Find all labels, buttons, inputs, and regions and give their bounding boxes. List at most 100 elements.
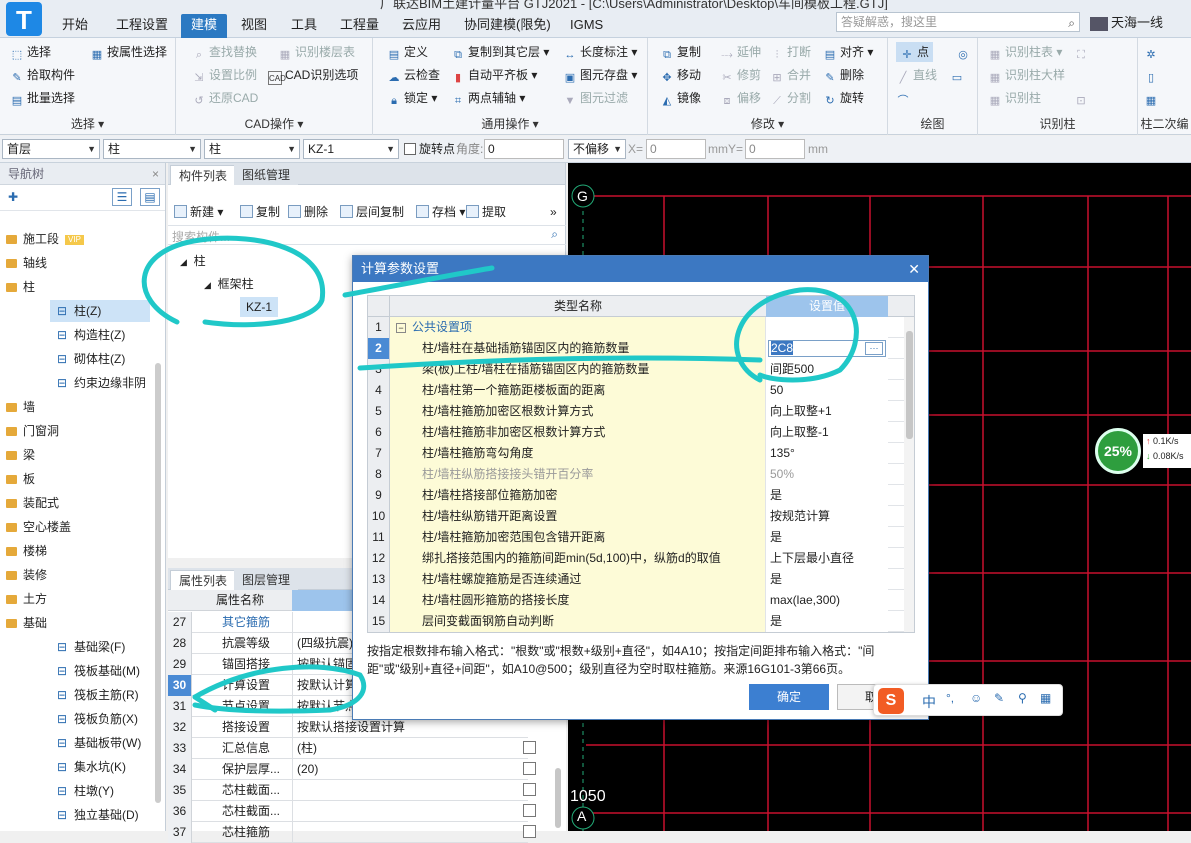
nav-scrollbar[interactable] xyxy=(155,363,161,803)
param-row[interactable]: 13 柱/墙柱螺旋箍筋是否连续通过是 xyxy=(368,569,914,590)
param-row[interactable]: 14 柱/墙柱圆形箍筋的搭接长度 max(lae,300) xyxy=(368,590,914,611)
copy-to-floor-button[interactable]: ⧉ 复制到其它层 ▾ xyxy=(451,42,549,62)
extract-button[interactable]: 提取 xyxy=(466,203,506,221)
param-value[interactable]: 是 xyxy=(766,485,888,506)
grid-scrollbar[interactable] xyxy=(904,317,914,632)
align-button[interactable]: ▤ 对齐 ▾ xyxy=(823,42,874,62)
param-row[interactable]: 12 绑扎搭接范围内的箍筋间距min(5d,100)中，纵筋d的取值 上下层最小直径 xyxy=(368,548,914,569)
param-value[interactable]: 上下层最小直径 xyxy=(766,548,888,569)
set-scale-button[interactable]: ⇲ 设置比例 xyxy=(192,65,257,85)
param-value[interactable]: 是 xyxy=(766,527,888,548)
skin-icon[interactable]: ✎ xyxy=(994,691,1004,705)
merge-button[interactable]: ⊞ 合并 xyxy=(770,65,811,85)
nav-item[interactable]: 装修 xyxy=(0,564,150,586)
property-scrollbar[interactable] xyxy=(555,768,561,828)
identify-column-button[interactable]: ▦ 识别柱 xyxy=(988,88,1041,108)
rotate-button[interactable]: ↻ 旋转 xyxy=(823,88,864,108)
nav-item[interactable]: 楼梯 xyxy=(0,540,150,562)
close-icon[interactable]: × xyxy=(152,163,159,185)
split-button[interactable]: ⟋ 分割 xyxy=(770,88,811,108)
property-value[interactable]: (柱) xyxy=(292,738,452,759)
nav-item[interactable]: 柱 xyxy=(0,276,150,298)
param-value[interactable]: 是 xyxy=(766,569,888,590)
nav-item[interactable]: ⊟ 独立基础(D) xyxy=(50,804,150,826)
column-extra2-icon[interactable]: ⊡ xyxy=(1074,88,1091,108)
nav-item[interactable]: ⊟ 构造柱(Z) xyxy=(50,324,150,346)
define-button[interactable]: ▤ 定义 xyxy=(387,42,428,62)
param-value[interactable]: 50% xyxy=(766,464,888,485)
x-input[interactable]: 0 xyxy=(646,139,706,159)
cad-options-button[interactable]: CADCAD识别选项 xyxy=(268,65,358,85)
element-filter-button[interactable]: ▼ 图元过滤 xyxy=(563,88,628,108)
property-row[interactable]: 35 芯柱截面... xyxy=(168,780,536,801)
param-value[interactable]: 2C8 xyxy=(771,341,794,355)
nav-item[interactable]: ⊟ 砌体柱(Z) xyxy=(50,348,150,370)
param-row[interactable]: 9 柱/墙柱搭接部位箍筋加密是 xyxy=(368,485,914,506)
param-value[interactable]: max(lae,300) xyxy=(766,590,888,611)
rect-icon[interactable]: ▭ xyxy=(950,65,967,85)
param-row[interactable]: 7 柱/墙柱箍筋弯勾角度 135° xyxy=(368,443,914,464)
floor-select[interactable]: 首层 ▼ xyxy=(2,139,100,159)
y-input[interactable]: 0 xyxy=(745,139,805,159)
column-extra-icon[interactable]: ⛶ xyxy=(1074,42,1091,62)
length-dim-button[interactable]: ↔ 长度标注 ▾ xyxy=(563,42,638,62)
property-value[interactable]: 按默认搭接设置计算 xyxy=(292,717,452,738)
grid-icon[interactable]: ▦ xyxy=(1144,88,1161,108)
emoji-icon[interactable]: ☺ xyxy=(970,691,982,705)
nav-item[interactable]: 基础 xyxy=(0,612,150,634)
angle-input[interactable]: 0 xyxy=(484,139,564,159)
new-button[interactable]: 新建 ▾ xyxy=(174,203,223,221)
delete-button[interactable]: ✎ 删除 xyxy=(823,65,864,85)
component-select[interactable]: KZ-1 ▼ xyxy=(303,139,399,159)
param-value[interactable]: 是 xyxy=(766,611,888,632)
copy-comp-button[interactable]: 复制 xyxy=(240,203,280,221)
tab-collab[interactable]: 协同建模(限免) xyxy=(454,14,561,38)
param-row[interactable]: 3 梁(板)上柱/墙柱在插筋锚固区内的箍筋数量 间距500 xyxy=(368,359,914,380)
nav-item[interactable]: ⊟ 集水坑(K) xyxy=(50,756,150,778)
restore-cad-button[interactable]: ↺ 还原CAD xyxy=(192,88,258,108)
property-row[interactable]: 32 搭接设置 按默认搭接设置计算 xyxy=(168,717,528,738)
find-replace-button[interactable]: ⌕ 查找替换 xyxy=(192,42,257,62)
offset-button[interactable]: ⧈ 偏移 xyxy=(720,88,762,108)
tab-layer-mgmt[interactable]: 图层管理 xyxy=(234,570,299,590)
nav-item[interactable]: 装配式 xyxy=(0,492,150,514)
toolbox-icon[interactable]: ▦ xyxy=(1040,691,1051,705)
draw-line-button[interactable]: ╱ 直线 xyxy=(896,65,937,85)
type-select[interactable]: 柱 ▼ xyxy=(204,139,300,159)
select-by-attr-button[interactable]: ▦ 按属性选择 xyxy=(90,42,167,62)
param-row[interactable]: 1− 公共设置项 xyxy=(368,317,914,338)
param-value[interactable]: 135° xyxy=(766,443,888,464)
param-row[interactable]: 5 柱/墙柱箍筋加密区根数计算方式 向上取整+1 xyxy=(368,401,914,422)
property-value[interactable] xyxy=(292,780,452,801)
select-button[interactable]: ⬚ 选择 xyxy=(10,42,51,62)
nav-item[interactable]: ⊟ 筏板负筋(X) xyxy=(50,708,150,730)
tab-project-settings[interactable]: 工程设置 xyxy=(106,14,178,38)
add-icon[interactable]: ✚ xyxy=(8,190,18,204)
app-logo-icon[interactable]: T xyxy=(6,2,42,36)
nav-item[interactable]: ⊟ 柱墩(Y) xyxy=(50,780,150,802)
param-value[interactable]: 向上取整-1 xyxy=(766,422,888,443)
search-icon[interactable]: ⌕ xyxy=(551,227,558,242)
more-icon[interactable]: » xyxy=(550,203,557,221)
property-value[interactable] xyxy=(292,801,452,822)
tab-component-list[interactable]: 构件列表 xyxy=(170,165,237,185)
param-row[interactable]: 2 柱/墙柱在基础插筋锚固区内的箍筋数量 2C8 ··· xyxy=(368,338,914,359)
tree-node-column[interactable]: ◢ 柱 xyxy=(180,251,206,271)
tab-cloud[interactable]: 云应用 xyxy=(392,14,451,38)
component-search-input[interactable]: 搜索构件... ⌕ xyxy=(168,225,566,245)
user-account[interactable]: 天海一线 xyxy=(1090,12,1191,34)
archive-button[interactable]: 存档 ▾ xyxy=(416,203,465,221)
tree-node-frame-column[interactable]: ◢ 框架柱 xyxy=(204,274,254,294)
property-checkbox[interactable] xyxy=(523,825,536,838)
draw-point-button[interactable]: ✛ 点 xyxy=(896,42,934,62)
mirror-button[interactable]: ◭ 镜像 xyxy=(660,88,701,108)
param-row[interactable]: 6 柱/墙柱箍筋非加密区根数计算方式 向上取整-1 xyxy=(368,422,914,443)
auto-align-slab-button[interactable]: ▮ 自动平齐板 ▾ xyxy=(451,65,537,85)
network-monitor[interactable]: 25% ↑ 0.1K/s ↓ 0.08K/s xyxy=(1095,428,1191,476)
param-value[interactable]: 按规范计算 xyxy=(766,506,888,527)
property-row[interactable]: 34 保护层厚... (20) xyxy=(168,759,536,780)
two-point-axis-button[interactable]: ⌗ 两点辅轴 ▾ xyxy=(451,88,525,108)
nav-item[interactable]: ⊟ 筏板基础(M) xyxy=(50,660,150,682)
tab-tools[interactable]: 工具 xyxy=(281,14,327,38)
pick-component-button[interactable]: ✎ 拾取构件 xyxy=(10,65,75,85)
